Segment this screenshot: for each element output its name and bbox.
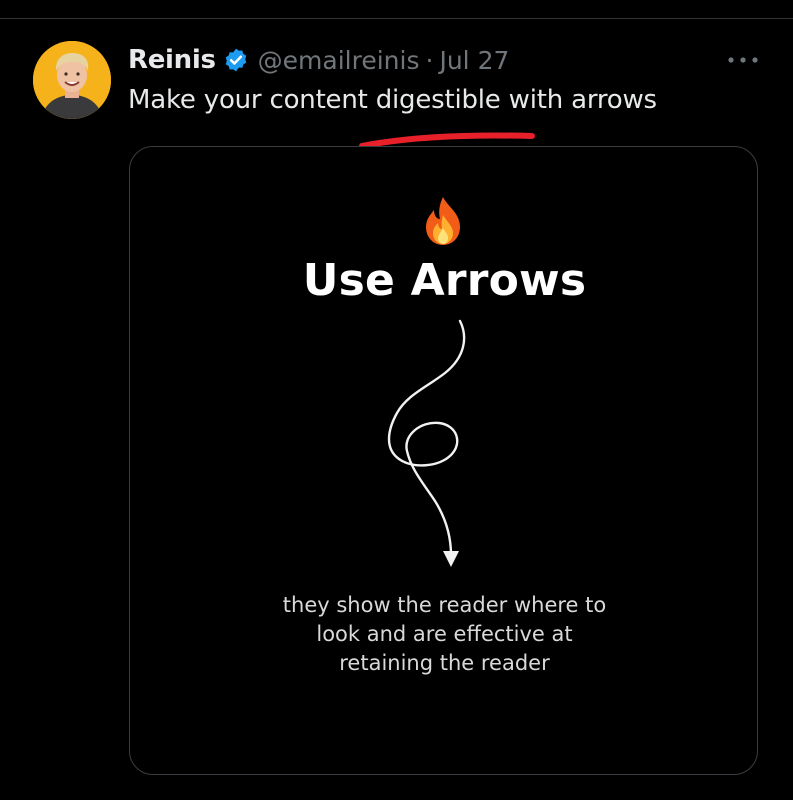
fire-icon <box>426 197 460 245</box>
card-body-text: they show the reader where to look and a… <box>130 591 757 678</box>
author-name[interactable]: Reinis <box>128 45 216 75</box>
more-horizontal-icon <box>728 57 758 63</box>
verified-badge-icon <box>223 47 249 73</box>
squiggle-arrow-icon <box>387 319 466 567</box>
tweet-header: Reinis @emailreinis · Jul 27 <box>128 44 509 76</box>
media-image-card[interactable]: Use Arrows they show the reader where to… <box>129 146 758 775</box>
card-title: Use Arrows <box>302 255 587 306</box>
card-body-line: look and are effective at <box>316 622 573 646</box>
avatar[interactable] <box>33 41 111 119</box>
top-divider <box>0 18 793 19</box>
separator-dot: · <box>425 45 434 75</box>
more-options-button[interactable] <box>721 48 765 72</box>
author-handle[interactable]: @emailreinis <box>258 46 420 75</box>
card-body-line: retaining the reader <box>339 651 550 675</box>
tweet-text: Make your content digestible with arrows <box>128 85 657 115</box>
tweet-timestamp[interactable]: Jul 27 <box>439 46 509 75</box>
card-body-line: they show the reader where to <box>282 593 607 617</box>
